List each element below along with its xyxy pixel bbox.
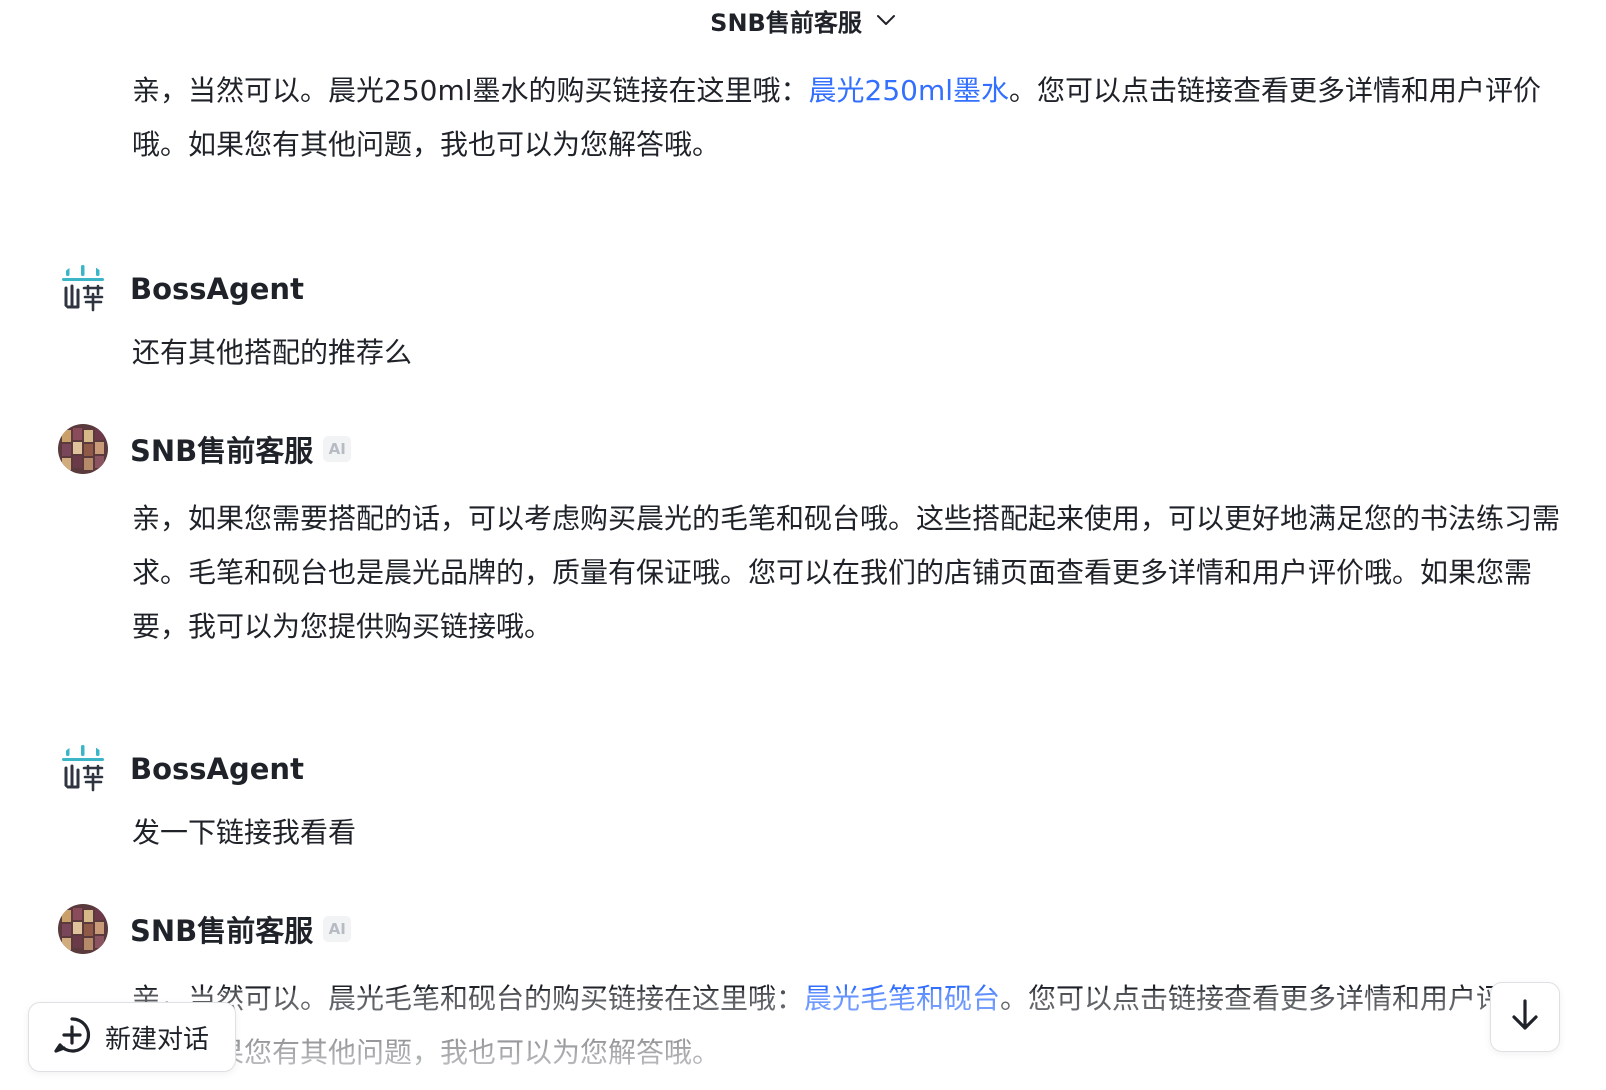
- bossagent-avatar: [58, 264, 108, 314]
- message-text: 亲，如果您需要搭配的话，可以考虑购买晨光的毛笔和砚台哦。这些搭配起来使用，可以更…: [132, 502, 1561, 643]
- message-text: 发一下链接我看看: [132, 816, 357, 849]
- sender-name: SNB售前客服: [130, 434, 314, 468]
- message-header: BossAgent: [58, 744, 304, 794]
- page-title: SNB售前客服: [710, 8, 862, 37]
- product-link[interactable]: 晨光250ml墨水: [809, 74, 1010, 107]
- snb-avatar: [58, 424, 108, 474]
- bossagent-avatar: [58, 744, 108, 794]
- message-text: 亲，当然可以。晨光250ml墨水的购买链接在这里哦：晨光250ml墨水。您可以点…: [132, 64, 1577, 172]
- ai-badge: AI: [323, 436, 352, 462]
- new-chat-label: 新建对话: [105, 1024, 210, 1055]
- snb-avatar: [58, 904, 108, 954]
- message-header: BossAgent: [58, 264, 304, 314]
- message-text: 亲，当然可以。晨光毛笔和砚台的购买链接在这里哦：晨光毛笔和砚台。您可以点击链接查…: [132, 972, 1577, 1080]
- message-header: SNB售前客服 AI: [58, 904, 352, 954]
- ai-badge: AI: [323, 916, 352, 942]
- sender-name: BossAgent: [130, 272, 304, 306]
- add-chat-icon: [53, 1016, 91, 1058]
- message-text: 还有其他搭配的推荐么: [132, 336, 413, 369]
- conversation-selector[interactable]: SNB售前客服: [710, 3, 896, 38]
- sender-name: BossAgent: [130, 752, 304, 786]
- arrow-down-icon: [1509, 998, 1541, 1036]
- chat-area: 亲，当然可以。晨光250ml墨水的购买链接在这里哦：晨光250ml墨水。您可以点…: [0, 0, 1606, 1090]
- message-header: SNB售前客服 AI: [58, 424, 352, 474]
- new-chat-button[interactable]: 新建对话: [28, 1002, 236, 1072]
- scroll-to-bottom-button[interactable]: [1490, 982, 1560, 1052]
- sender-name: SNB售前客服: [130, 914, 314, 948]
- message-text-part: 亲，当然可以。晨光250ml墨水的购买链接在这里哦：: [132, 74, 809, 107]
- product-link[interactable]: 晨光毛笔和砚台: [804, 982, 1000, 1015]
- chevron-down-icon: [876, 11, 896, 30]
- chat-header: SNB售前客服: [0, 0, 1606, 40]
